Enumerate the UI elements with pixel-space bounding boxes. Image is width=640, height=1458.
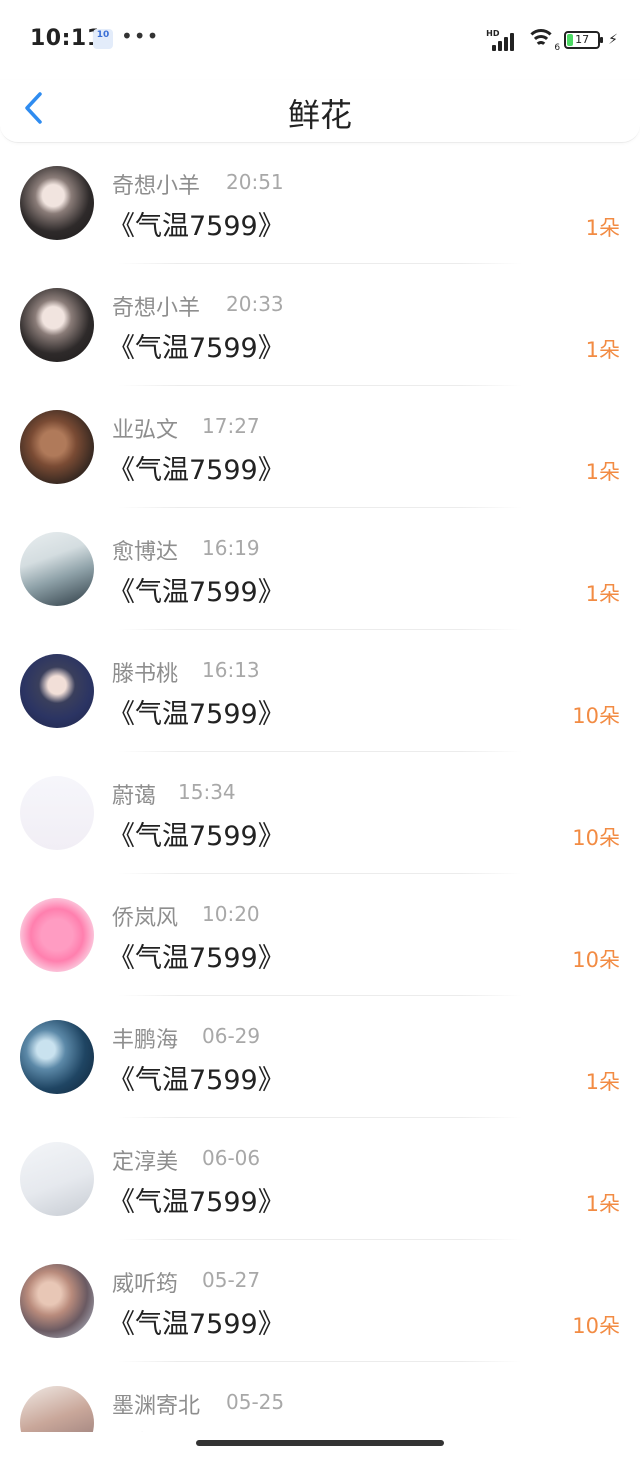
list-item[interactable]: 侨岚风 10:20 《气温7599》 10朵 <box>0 874 640 996</box>
record-time: 15:34 <box>178 780 236 804</box>
sender-name[interactable]: 威听筠 <box>112 1266 178 1298</box>
record-time: 16:13 <box>202 658 260 682</box>
avatar[interactable] <box>20 1264 94 1338</box>
hd-label: HD <box>486 29 500 38</box>
battery-icon: 17 <box>564 31 604 49</box>
list-item[interactable]: 愈博达 16:19 《气温7599》 1朵 <box>0 508 640 630</box>
flower-count: 10朵 <box>572 826 620 850</box>
page-title: 鲜花 <box>287 96 352 134</box>
sender-name[interactable]: 愈博达 <box>112 534 178 566</box>
avatar[interactable] <box>20 532 94 606</box>
gift-title: 《气温7599》 <box>108 1309 285 1340</box>
flower-count: 1朵 <box>585 582 620 606</box>
flower-count: 10朵 <box>572 704 620 728</box>
flower-count: 1朵 <box>585 216 620 240</box>
sender-name[interactable]: 蔚蔼 <box>112 778 156 810</box>
gift-title: 《气温7599》 <box>108 455 285 486</box>
home-indicator[interactable] <box>196 1440 444 1446</box>
sender-name[interactable]: 滕书桃 <box>112 656 178 688</box>
sender-name[interactable]: 奇想小羊 <box>112 168 200 200</box>
list-item[interactable]: 业弘文 17:27 《气温7599》 1朵 <box>0 386 640 508</box>
charging-icon: ⚡ <box>608 32 618 48</box>
record-time: 10:20 <box>202 902 260 926</box>
gift-title: 《气温7599》 <box>108 1424 285 1432</box>
gift-title: 《气温7599》 <box>108 577 285 608</box>
wifi-icon: 6 <box>526 29 560 53</box>
avatar[interactable] <box>20 166 94 240</box>
flower-count: 1朵 <box>585 1192 620 1216</box>
more-notifications-icon: ••• <box>121 24 160 48</box>
avatar[interactable] <box>20 776 94 850</box>
record-time: 05-25 <box>226 1390 285 1414</box>
flower-record-list[interactable]: 奇想小羊 20:51 《气温7599》 1朵 奇想小羊 20:33 《气温7599》 1朵 业弘… <box>0 142 640 1432</box>
list-item[interactable]: 墨渊寄北05-25《气温7599》1朵 <box>0 1362 640 1432</box>
list-item[interactable]: 滕书桃 16:13 《气温7599》 10朵 <box>0 630 640 752</box>
record-time: 16:19 <box>202 536 260 560</box>
flower-count: 1朵 <box>585 338 620 362</box>
record-time: 20:51 <box>226 170 284 194</box>
notification-icon: 10 <box>93 29 113 49</box>
status-icons: HD 6 17 ⚡ <box>486 28 618 53</box>
avatar[interactable] <box>20 654 94 728</box>
avatar[interactable] <box>20 288 94 362</box>
list-item[interactable]: 定淳美 06-06 《气温7599》 1朵 <box>0 1118 640 1240</box>
flower-count: 1朵 <box>585 1070 620 1094</box>
status-bar: 10:11 10 ••• HD 6 17 ⚡ <box>0 0 640 80</box>
list-item[interactable]: 蔚蔼 15:34 《气温7599》 10朵 <box>0 752 640 874</box>
gift-title: 《气温7599》 <box>108 699 285 730</box>
sender-name[interactable]: 奇想小羊 <box>112 290 200 322</box>
gift-title: 《气温7599》 <box>108 943 285 974</box>
battery-level: 17 <box>575 33 590 46</box>
sender-name[interactable]: 业弘文 <box>112 412 178 444</box>
wifi-badge: 6 <box>554 43 561 53</box>
gift-title: 《气温7599》 <box>108 333 285 364</box>
flower-count: 1朵 <box>585 460 620 484</box>
list-item[interactable]: 奇想小羊 20:33 《气温7599》 1朵 <box>0 264 640 386</box>
flower-count: 10朵 <box>572 948 620 972</box>
gift-title: 《气温7599》 <box>108 1187 285 1218</box>
avatar[interactable] <box>20 1142 94 1216</box>
record-time: 05-27 <box>202 1268 261 1292</box>
status-time: 10:11 <box>30 26 103 51</box>
gift-title: 《气温7599》 <box>108 1065 285 1096</box>
record-time: 06-06 <box>202 1146 261 1170</box>
sender-name[interactable]: 丰鹏海 <box>112 1022 178 1054</box>
avatar[interactable] <box>20 898 94 972</box>
avatar[interactable] <box>20 410 94 484</box>
signal-icon: HD <box>486 29 518 51</box>
nav-bar: 鲜花 <box>0 80 640 143</box>
list-item[interactable]: 威听筠 05-27 《气温7599》 10朵 <box>0 1240 640 1362</box>
flower-count: 10朵 <box>572 1314 620 1338</box>
sender-name[interactable]: 侨岚风 <box>112 900 178 932</box>
list-item[interactable]: 奇想小羊 20:51 《气温7599》 1朵 <box>0 142 640 264</box>
sender-name[interactable]: 墨渊寄北 <box>112 1388 200 1420</box>
sender-name[interactable]: 定淳美 <box>112 1144 178 1176</box>
gift-title: 《气温7599》 <box>108 211 285 242</box>
avatar[interactable] <box>20 1020 94 1094</box>
gift-title: 《气温7599》 <box>108 821 285 852</box>
record-time: 20:33 <box>226 292 284 316</box>
record-time: 17:27 <box>202 414 260 438</box>
record-time: 06-29 <box>202 1024 261 1048</box>
avatar[interactable] <box>20 1386 94 1432</box>
list-item[interactable]: 丰鹏海 06-29 《气温7599》 1朵 <box>0 996 640 1118</box>
